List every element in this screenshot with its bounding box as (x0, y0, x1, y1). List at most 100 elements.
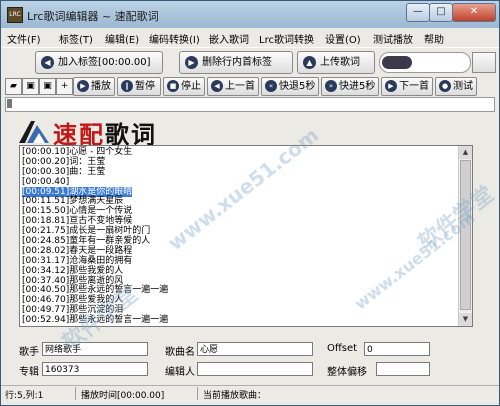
lyric-line[interactable]: [00:37.40]那些离逝的风 (22, 276, 452, 286)
status-divider (75, 387, 76, 400)
metadata-form: 歌手 网络歌手 歌曲名 心愿 Offset 0 专辑 160373 编辑人 整体… (1, 339, 499, 379)
song-name-label: 歌曲名 (165, 347, 195, 358)
editor-field[interactable] (197, 362, 313, 376)
upload-lyrics-button[interactable]: ▲ 上传歌词 (297, 51, 375, 74)
lyric-line[interactable]: [00:00.40] (22, 177, 452, 187)
lyric-line[interactable]: [00:28.02]春天是一段路程 (22, 246, 452, 256)
toggle-knob[interactable] (382, 56, 412, 69)
arrow-left-icon: ◀ (41, 56, 54, 69)
toolbar-end-button[interactable] (472, 52, 496, 73)
slider-thumb[interactable] (7, 99, 12, 108)
lyric-text: [00:15.50]心情是一个传说 (22, 206, 133, 217)
vertical-scrollbar[interactable]: ▲ ▼ (458, 146, 472, 326)
lyric-text: [00:21.75]成长是一扇树叶的门 (22, 226, 151, 237)
app-icon: LRC (7, 7, 23, 23)
lyric-line-selected[interactable]: [00:09.51]湖水是你的眼睛 (22, 186, 452, 197)
close-button[interactable]: ✕ (452, 3, 496, 22)
stop-icon: ■ (167, 80, 179, 92)
stop-button[interactable]: ■ 停止 (163, 77, 205, 96)
lyric-text: [00:28.02]春天是一段路程 (22, 245, 133, 256)
maximize-button[interactable]: □ (429, 3, 453, 22)
remove-tag-button[interactable]: ▶ 删除行内首标签 (179, 51, 293, 74)
arrow-up-icon: ▲ (303, 56, 316, 69)
offset-label: Offset (327, 343, 358, 354)
lyric-line[interactable]: [00:00.10]心愿 - 四个女生 (22, 147, 452, 157)
play-icon: ▶ (77, 80, 89, 92)
play-time: 播放时间[00:00.00] (81, 391, 165, 401)
save-icon[interactable]: ▣ (22, 78, 39, 95)
lyric-line[interactable]: [00:00.20]词：王莹 (22, 157, 452, 167)
lyric-text: [00:46.70]那些爱我的人 (22, 295, 124, 306)
cursor-position: 行:5,列:1 (5, 391, 44, 401)
scroll-down-icon[interactable]: ▼ (459, 313, 472, 326)
overall-offset-label: 整体偏移 (327, 367, 367, 378)
test-icon: ● (439, 80, 451, 92)
singer-field[interactable]: 网络歌手 (42, 342, 148, 356)
lyric-line[interactable]: [00:31.17]沧海桑田的拥有 (22, 256, 452, 266)
menu-help[interactable]: 帮助 (424, 31, 444, 46)
lyrics-editor[interactable]: [00:00.10]心愿 - 四个女生 [00:00.20]词：王莹 [00:00.… (19, 145, 473, 327)
test-button[interactable]: ● 测试 (435, 77, 477, 96)
offset-field[interactable]: 0 (364, 342, 430, 356)
menu-encoding[interactable]: 编码转换(I) (149, 31, 200, 46)
status-divider (197, 387, 198, 400)
lyric-line[interactable]: [00:18.81]亘古不变地等候 (22, 216, 452, 226)
lyric-line[interactable]: [00:46.70]那些爱我的人 (22, 295, 452, 305)
lyric-text: [00:00.20]词：王莹 (22, 156, 106, 167)
overall-offset-field[interactable] (376, 362, 430, 376)
lyric-line[interactable]: [00:52.94]那些永远的誓言一遍一遍 (22, 315, 452, 325)
scroll-thumb[interactable] (460, 160, 471, 310)
lyric-line[interactable]: [00:00.30]曲：王莹 (22, 167, 452, 177)
lyric-line[interactable]: [00:34.12]那些我爱的人 (22, 266, 452, 276)
open-folder-icon[interactable]: ▰ (5, 78, 22, 95)
play-button[interactable]: ▶ 播放 (73, 77, 115, 96)
lyric-text: [00:31.17]沧海桑田的拥有 (22, 255, 133, 266)
menu-file[interactable]: 文件(F) (7, 31, 41, 46)
lyrics-lines: [00:00.10]心愿 - 四个女生 [00:00.20]词：王莹 [00:00.… (22, 147, 452, 325)
menu-lrc-convert[interactable]: Lrc歌词转换 (259, 31, 314, 46)
song-name-field[interactable]: 心愿 (197, 342, 313, 356)
lyric-line[interactable]: [00:15.50]心情是一个传说 (22, 206, 452, 216)
menu-test-play[interactable]: 测试播放 (373, 31, 413, 46)
menu-edit[interactable]: 编辑(E) (105, 31, 139, 46)
tag-toolbar: ◀ 加入标签[00:00.00] ▶ 删除行内首标签 ▲ 上传歌词 (1, 47, 499, 76)
playback-slider[interactable] (5, 97, 495, 112)
logo-mark-icon (19, 121, 49, 143)
arrow-right-icon: ▶ (185, 56, 198, 69)
lyric-line[interactable]: [00:24.85]童年有一群亲爱的人 (22, 236, 452, 246)
add-tag-button[interactable]: ◀ 加入标签[00:00.00] (35, 51, 163, 74)
menu-embed-lyrics[interactable]: 嵌入歌词 (209, 31, 249, 46)
lyric-text: [00:49.77]那些沉淀的泪 (22, 305, 124, 316)
pause-button[interactable]: ‖ 暂停 (117, 77, 161, 96)
lyric-text: [00:34.12]那些我爱的人 (22, 265, 124, 276)
lyric-text: [00:18.81]亘古不变地等候 (22, 216, 133, 227)
rewind-button[interactable]: «快退5秒 (261, 77, 319, 96)
toggle-field[interactable] (379, 52, 471, 73)
logo: 速配歌词 (19, 115, 189, 149)
lyric-text: [00:00.40] (22, 176, 70, 187)
singer-label: 歌手 (19, 347, 39, 358)
menu-settings[interactable]: 设置(O) (325, 31, 361, 46)
minimize-button[interactable]: — (406, 3, 430, 22)
menu-tag[interactable]: 标签(T) (59, 31, 93, 46)
skip-forward-icon: ▶ (385, 80, 397, 92)
lyric-line[interactable]: [00:40.50]那些永远的誓言一遍一遍 (22, 285, 452, 295)
editor-label: 编辑人 (165, 367, 195, 378)
lyric-text: [00:52.94]那些永远的誓言一遍一遍 (22, 315, 169, 326)
lyric-line[interactable]: [00:21.75]成长是一扇树叶的门 (22, 226, 452, 236)
fast-forward-icon: » (325, 80, 337, 92)
current-song: 当前播放歌曲： (203, 391, 267, 401)
lyric-text: [00:00.30]曲：王莹 (22, 166, 106, 177)
save-as-icon[interactable]: ▣ (39, 78, 56, 95)
next-button[interactable]: ▶ 下一首 (381, 77, 433, 96)
lyric-text: [00:40.50]那些永远的誓言一遍一遍 (22, 285, 169, 296)
scroll-up-icon[interactable]: ▲ (459, 146, 472, 159)
lyric-line[interactable]: [00:11.51]梦想满天星辰 (22, 196, 452, 206)
add-file-icon[interactable]: + (56, 78, 73, 95)
album-field[interactable]: 160373 (42, 362, 148, 376)
forward-button[interactable]: » 快进5秒 (321, 77, 379, 96)
prev-button[interactable]: ◀ 上一首 (207, 77, 259, 96)
album-label: 专辑 (19, 367, 39, 378)
lyric-line[interactable]: [00:49.77]那些沉淀的泪 (22, 305, 452, 315)
rewind-icon: « (265, 80, 277, 92)
